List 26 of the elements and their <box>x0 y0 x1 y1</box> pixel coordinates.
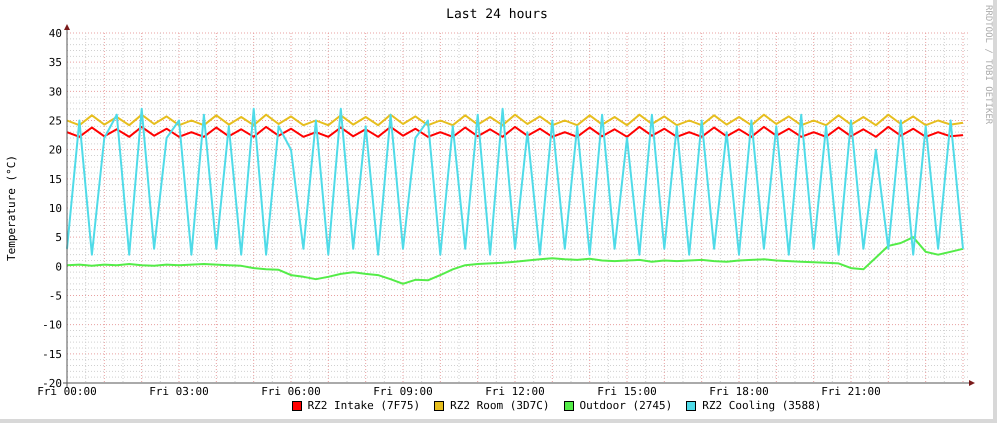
axis-tick-label: Fri 12:00 <box>485 385 545 398</box>
axis-tick-label: Fri 03:00 <box>149 385 209 398</box>
chart-title: Last 24 hours <box>446 7 548 22</box>
axis-tick-label: Fri 06:00 <box>261 385 321 398</box>
axis-tick-label: -10 <box>42 318 62 332</box>
axis-title: Temperature (°C) <box>5 155 18 261</box>
axis-tick-label: 25 <box>48 114 62 128</box>
credit-text: RRDTOOL / TOBI OETIKER <box>983 5 993 124</box>
axis-tick-label: 40 <box>48 27 62 40</box>
axis-tick-label: 35 <box>48 56 62 70</box>
legend-label: RZ2 Room (3D7C) <box>450 398 550 414</box>
legend-label: RZ2 Intake (7F75) <box>308 398 420 414</box>
axis-tick-label: Fri 15:00 <box>597 385 657 398</box>
legend-label: RZ2 Cooling (3588) <box>702 398 822 414</box>
axis-tick-label: 20 <box>48 144 62 157</box>
axis-tick-label: 10 <box>48 202 62 215</box>
legend-label: Outdoor (2745) <box>580 398 672 414</box>
axis-tick-label: 0 <box>55 260 62 274</box>
axis-tick-label: 15 <box>48 172 62 186</box>
axis-tick-label: Fri 09:00 <box>373 385 433 398</box>
axis-tick-label: 5 <box>55 231 62 244</box>
axis-tick-label: 30 <box>48 85 62 98</box>
axis-tick-label: -15 <box>42 348 62 361</box>
axis-tick-label: -5 <box>48 290 62 302</box>
axis-tick-label: Fri 18:00 <box>709 385 769 398</box>
axis-tick-label: Fri 21:00 <box>821 385 881 398</box>
